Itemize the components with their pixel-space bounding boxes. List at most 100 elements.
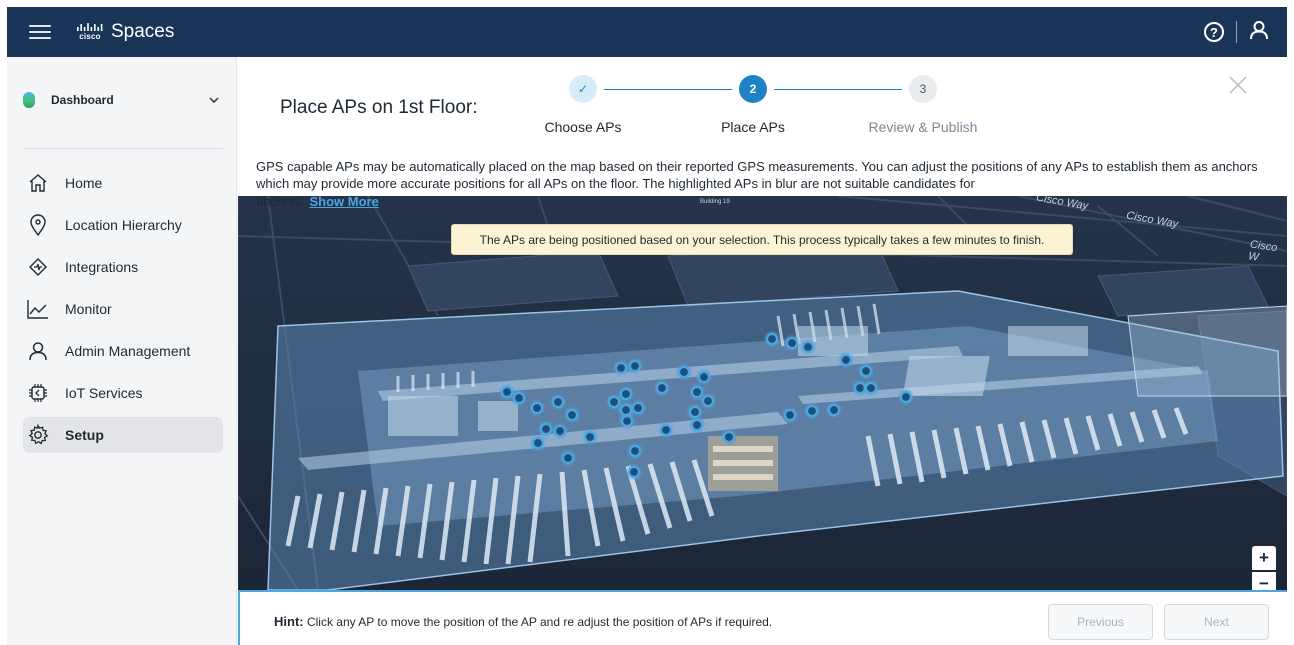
main-panel: Place APs on 1st Floor: ✓ 2 3 Choose APs… — [238, 57, 1287, 645]
ap-marker[interactable] — [864, 381, 878, 395]
ap-marker[interactable] — [561, 451, 575, 465]
help-icon[interactable]: ? — [1204, 22, 1224, 42]
ap-marker[interactable] — [553, 424, 567, 438]
sidebar-item-monitor[interactable]: Monitor — [23, 291, 223, 327]
zoom-out-button[interactable]: − — [1252, 572, 1276, 590]
step-3-label: Review & Publish — [868, 119, 978, 135]
hint-bar: Hint: Click any AP to move the position … — [238, 590, 1287, 645]
sidebar: Dashboard Home Location Hierarchy Integr… — [7, 57, 237, 645]
sidebar-nav: Home Location Hierarchy Integrations Mon… — [23, 165, 223, 459]
ap-marker[interactable] — [628, 444, 642, 458]
hamburger-menu-icon[interactable] — [29, 25, 51, 39]
ap-marker[interactable] — [619, 387, 633, 401]
user-icon[interactable] — [1249, 20, 1269, 45]
ap-marker[interactable] — [697, 370, 711, 384]
dashboard-selector[interactable]: Dashboard — [23, 89, 219, 111]
ap-marker[interactable] — [539, 422, 553, 436]
integrations-icon — [27, 256, 49, 278]
next-button[interactable]: Next — [1164, 604, 1269, 640]
ap-marker[interactable] — [839, 353, 853, 367]
sidebar-divider — [23, 148, 223, 149]
ap-marker[interactable] — [631, 401, 645, 415]
ap-marker[interactable] — [530, 401, 544, 415]
chip-icon — [27, 382, 49, 404]
ap-marker[interactable] — [655, 381, 669, 395]
dashboard-label: Dashboard — [51, 93, 114, 107]
chevron-down-icon — [209, 97, 219, 103]
hint-message: Click any AP to move the position of the… — [306, 615, 773, 629]
app-title: Spaces — [111, 21, 175, 42]
previous-button[interactable]: Previous — [1048, 604, 1153, 640]
user-icon — [27, 340, 49, 362]
ap-marker[interactable] — [607, 395, 621, 409]
ap-marker[interactable] — [583, 430, 597, 444]
ap-marker[interactable] — [859, 364, 873, 378]
building-label: Building 19 — [700, 199, 730, 205]
description-text: GPS capable APs may be automatically pla… — [256, 159, 1258, 191]
ap-marker[interactable] — [801, 340, 815, 354]
ap-marker[interactable] — [512, 391, 526, 405]
hint-label: Hint: — [274, 614, 304, 629]
location-pin-icon — [27, 214, 49, 236]
hint-text: Hint: Click any AP to move the position … — [274, 614, 772, 629]
ap-marker[interactable] — [690, 385, 704, 399]
sidebar-item-location-hierarchy[interactable]: Location Hierarchy — [23, 207, 223, 243]
sidebar-item-label: Admin Management — [65, 343, 191, 359]
ap-marker[interactable] — [628, 359, 642, 373]
sidebar-item-setup[interactable]: Setup — [23, 417, 223, 453]
ap-marker[interactable] — [805, 404, 819, 418]
street-label: Cisco W — [1247, 238, 1279, 264]
ap-marker[interactable] — [531, 436, 545, 450]
zoom-in-button[interactable]: + — [1252, 546, 1276, 570]
step-connector — [774, 89, 902, 90]
page-title: Place APs on 1st Floor: — [280, 97, 478, 118]
cisco-spaces-logo[interactable]: cisco Spaces — [77, 21, 174, 43]
ap-marker[interactable] — [565, 408, 579, 422]
map-canvas[interactable] — [238, 196, 1287, 590]
step-3-circle[interactable]: 3 — [909, 75, 937, 103]
ap-marker[interactable] — [765, 332, 779, 346]
stepper: ✓ 2 3 Choose APs Place APs Review & Publ… — [538, 75, 977, 155]
close-icon[interactable] — [1228, 75, 1248, 95]
sidebar-item-admin-management[interactable]: Admin Management — [23, 333, 223, 369]
sidebar-item-home[interactable]: Home — [23, 165, 223, 201]
step-1-label: Choose APs — [544, 119, 622, 135]
description-overflow: anchors. Show More — [256, 196, 379, 210]
ap-marker[interactable] — [783, 408, 797, 422]
ap-marker[interactable] — [659, 423, 673, 437]
sidebar-item-label: Monitor — [65, 301, 112, 317]
ap-marker[interactable] — [500, 385, 514, 399]
sidebar-item-label: Integrations — [65, 259, 139, 275]
step-2-circle[interactable]: 2 — [739, 75, 767, 103]
ap-marker[interactable] — [614, 361, 628, 375]
ap-marker[interactable] — [722, 430, 736, 444]
ap-marker[interactable] — [701, 394, 715, 408]
cisco-logo-icon: cisco — [77, 23, 103, 41]
ap-marker[interactable] — [677, 365, 691, 379]
spaces-logo-icon — [23, 92, 35, 108]
step-1-check-icon[interactable]: ✓ — [569, 75, 597, 103]
top-bar: cisco Spaces ? — [7, 7, 1287, 57]
floor-map[interactable]: anchors. Show More Building 19 Cisco Way… — [238, 196, 1287, 590]
ap-marker[interactable] — [827, 403, 841, 417]
step-connector — [604, 89, 732, 90]
sidebar-item-iot-services[interactable]: IoT Services — [23, 375, 223, 411]
ap-marker[interactable] — [899, 390, 913, 404]
ap-marker[interactable] — [688, 405, 702, 419]
gear-icon — [27, 424, 49, 446]
positioning-toast: The APs are being positioned based on yo… — [451, 224, 1073, 255]
sidebar-item-integrations[interactable]: Integrations — [23, 249, 223, 285]
ap-marker[interactable] — [551, 395, 565, 409]
description-tail: anchors. — [256, 196, 306, 209]
step-2-label: Place APs — [721, 119, 785, 135]
ap-marker[interactable] — [627, 465, 641, 479]
show-more-link[interactable]: Show More — [310, 196, 379, 209]
sidebar-item-label: Home — [65, 175, 103, 191]
sidebar-item-label: Setup — [65, 427, 104, 443]
sidebar-item-label: Location Hierarchy — [65, 217, 182, 233]
ap-marker[interactable] — [785, 336, 799, 350]
ap-marker[interactable] — [690, 418, 704, 432]
ap-marker[interactable] — [619, 403, 633, 417]
monitor-chart-icon — [27, 298, 49, 320]
home-icon — [27, 172, 49, 194]
